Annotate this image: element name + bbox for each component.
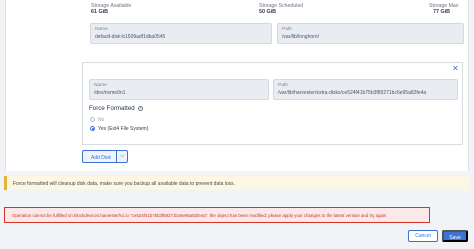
disk2-path-field: Path /var/lib/harvester/extra-disks/ce52… (273, 79, 458, 100)
info-icon: i (138, 106, 143, 111)
disk1-name-label: Name (95, 27, 108, 32)
storage-max-value: 77 GiB (433, 9, 451, 15)
chevron-down-icon[interactable]: ⌵ (120, 153, 125, 160)
form-footer (0, 223, 474, 249)
disk2-name-value: /dev/nvme0n1 (94, 90, 126, 96)
disk2-card: ✕ Name /dev/nvme0n1 Path /var/lib/harves… (82, 62, 463, 145)
add-disk-button[interactable]: Add Disk ⌵ (82, 150, 128, 163)
disk2-path-value: /var/lib/harvester/extra-disks/ce524f41b… (278, 90, 427, 96)
radio-yes-ext4-label: Yes (Ext4 File System) (98, 126, 149, 132)
add-disk-label: Add Disk (91, 154, 112, 161)
storage-available-value: 61 GiB (91, 9, 109, 15)
disk1-name-field: Name default-disk-b1509adf1dba0545 (90, 23, 272, 44)
disk1-name-value: default-disk-b1509adf1dba0545 (95, 34, 166, 40)
error-banner: Operation cannot be fulfilled on blockde… (4, 207, 430, 223)
add-disk-divider (116, 151, 117, 162)
disk2-name-field: Name /dev/nvme0n1 (89, 79, 269, 100)
radio-no[interactable] (90, 117, 95, 122)
cancel-button[interactable]: Cancel (408, 230, 438, 242)
disk2-name-label: Name (94, 83, 107, 88)
radio-no-label: No (98, 117, 105, 123)
disk1-path-label: Path (282, 27, 292, 32)
force-formatted-label: Force Formatted (89, 105, 135, 112)
disk1-path-field: Path /var/lib/longhorn/ (277, 23, 464, 44)
close-icon[interactable]: ✕ (452, 65, 459, 73)
disk2-path-label: Path (278, 83, 288, 88)
warning-banner: Force formatted will cleanup disk data, … (4, 176, 469, 190)
error-banner-text: Operation cannot be fulfilled on blockde… (12, 213, 387, 218)
storage-scheduled-value: 50 GiB (259, 9, 277, 15)
disk1-path-value: /var/lib/longhorn/ (282, 34, 319, 40)
save-button[interactable]: Save (442, 230, 468, 242)
warning-banner-text: Force formatted will cleanup disk data, … (13, 180, 236, 187)
radio-yes-ext4[interactable] (90, 126, 95, 131)
